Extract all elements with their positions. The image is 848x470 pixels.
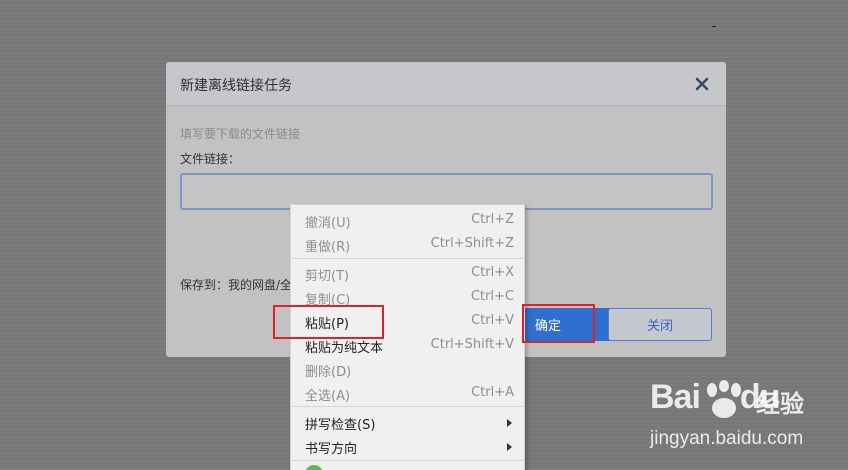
menu-item-label: 撤消(U) bbox=[305, 216, 351, 231]
menu-item-label: 重做(R) bbox=[305, 240, 351, 255]
file-link-label: 文件链接： bbox=[180, 152, 241, 166]
save-to-path: 保存到：我的网盘/全 bbox=[180, 278, 293, 292]
menu-separator bbox=[292, 406, 524, 407]
menu-item-copy[interactable]: 复制(C) Ctrl+C bbox=[291, 285, 526, 309]
menu-item-paste[interactable]: 粘贴(P) Ctrl+V bbox=[291, 309, 526, 333]
menu-item-delete[interactable]: 删除(D) bbox=[291, 357, 526, 381]
dialog-header: 新建离线链接任务 bbox=[166, 62, 726, 106]
extension-icon bbox=[305, 465, 323, 470]
context-menu: 撤消(U) Ctrl+Z 重做(R) Ctrl+Shift+Z 剪切(T) Ct… bbox=[290, 204, 525, 470]
menu-item-label: 复制(C) bbox=[305, 293, 351, 308]
watermark-sub: 经验 bbox=[756, 390, 804, 418]
menu-item-writing-direction[interactable]: 书写方向 bbox=[291, 434, 526, 458]
close-button[interactable]: 关闭 bbox=[608, 308, 712, 341]
menu-item-label: 删除(D) bbox=[305, 365, 352, 380]
menu-item-redo[interactable]: 重做(R) Ctrl+Shift+Z bbox=[291, 232, 526, 256]
watermark-url: jingyan.baidu.com bbox=[650, 428, 804, 449]
menu-item-label: 剪切(T) bbox=[305, 269, 350, 284]
menu-item-shortcut: Ctrl+X bbox=[471, 265, 514, 280]
menu-item-shortcut: Ctrl+A bbox=[471, 385, 514, 400]
dialog-title: 新建离线链接任务 bbox=[180, 78, 292, 94]
submenu-arrow-icon bbox=[507, 419, 512, 427]
menu-item-cut[interactable]: 剪切(T) Ctrl+X bbox=[291, 261, 526, 285]
menu-item-label: 粘贴为纯文本 bbox=[305, 341, 384, 356]
baidu-jingyan-watermark: Bai du 经验 jingyan.baidu.com bbox=[650, 378, 846, 456]
menu-item-shortcut: Ctrl+Shift+Z bbox=[430, 236, 514, 251]
menu-item-label: 书写方向 bbox=[305, 442, 358, 457]
menu-item-label: 拼写检查(S) bbox=[305, 418, 376, 433]
submenu-arrow-icon bbox=[507, 443, 512, 451]
menu-item-shortcut: Ctrl+Z bbox=[471, 212, 514, 227]
dialog-hint: 填写要下载的文件链接 bbox=[180, 127, 301, 141]
menu-item-spell-check[interactable]: 拼写检查(S) bbox=[291, 410, 526, 434]
menu-separator bbox=[292, 258, 524, 259]
menu-item-select-all[interactable]: 全选(A) Ctrl+A bbox=[291, 381, 526, 405]
menu-separator bbox=[292, 460, 524, 461]
paw-icon bbox=[707, 380, 741, 418]
menu-item-shortcut: Ctrl+Shift+V bbox=[430, 337, 514, 352]
menu-item-label: 全选(A) bbox=[305, 389, 351, 404]
menu-item-shortcut: Ctrl+C bbox=[470, 289, 514, 304]
menu-item-paste-plain-text[interactable]: 粘贴为纯文本 Ctrl+Shift+V bbox=[291, 333, 526, 357]
menu-item-label: 粘贴(P) bbox=[305, 317, 349, 332]
page-mark bbox=[712, 26, 716, 27]
menu-item-shortcut: Ctrl+V bbox=[471, 313, 514, 328]
menu-item-undo[interactable]: 撤消(U) Ctrl+Z bbox=[291, 208, 526, 232]
close-icon[interactable] bbox=[692, 74, 712, 94]
